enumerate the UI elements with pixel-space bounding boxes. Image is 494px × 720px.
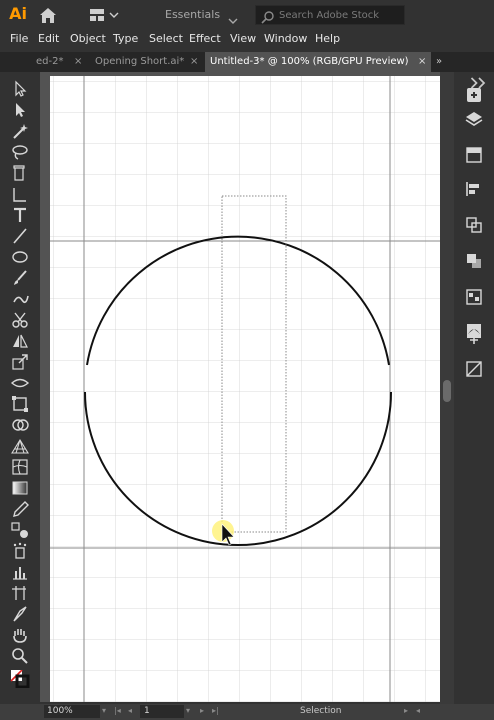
- previous-artboard-icon[interactable]: ◂: [128, 706, 132, 715]
- graphic-styles-icon[interactable]: [464, 360, 484, 378]
- collapse-panels-icon[interactable]: [469, 74, 486, 89]
- current-tool-status: Selection: [300, 706, 342, 716]
- stock-search-input[interactable]: Search Adobe Stock: [255, 5, 405, 25]
- artboard-number: 1: [144, 706, 150, 716]
- status-menu-icon[interactable]: ▸: [404, 706, 408, 715]
- last-artboard-icon[interactable]: ▸|: [212, 706, 219, 715]
- lasso-tool-icon[interactable]: [10, 143, 30, 161]
- tab-close-icon[interactable]: ×: [418, 52, 426, 72]
- menu-file[interactable]: File: [10, 32, 28, 45]
- symbols-icon[interactable]: [464, 328, 484, 346]
- menu-object[interactable]: Object: [70, 32, 106, 45]
- application-bar: Ai Essentials Search Adobe Stock: [0, 0, 494, 30]
- symbol-sprayer-tool-icon[interactable]: [10, 542, 30, 560]
- properties-icon[interactable]: [464, 146, 484, 164]
- ellipse-tool-icon[interactable]: [10, 248, 30, 266]
- tab-label: ed-2*: [36, 56, 64, 67]
- direct-selection-tool-icon[interactable]: [10, 101, 30, 119]
- gradient-tool-icon[interactable]: [10, 479, 30, 497]
- scroll-left-icon[interactable]: ◂: [416, 706, 420, 715]
- tab-label: Untitled-3* @ 100% (RGB/GPU Preview): [210, 56, 409, 67]
- artboard[interactable]: [50, 76, 440, 702]
- tab-opening-short[interactable]: Opening Short.ai*: [95, 52, 195, 72]
- vertical-scrollbar[interactable]: [440, 72, 454, 704]
- zoom-level-field[interactable]: 100%: [44, 705, 100, 718]
- horizontal-scrollbar[interactable]: [440, 704, 494, 720]
- artwork: [50, 76, 440, 702]
- fill-stroke-swatch-icon[interactable]: [10, 670, 30, 688]
- illustrator-logo: Ai: [9, 4, 27, 23]
- zoom-tool-icon[interactable]: [10, 647, 30, 665]
- menu-help[interactable]: Help: [315, 32, 340, 45]
- align-icon[interactable]: [464, 180, 484, 198]
- tab-close-icon[interactable]: ×: [74, 52, 82, 72]
- hand-tool-icon[interactable]: [10, 626, 30, 644]
- tab-close-icon[interactable]: ×: [190, 52, 198, 72]
- menu-select[interactable]: Select: [149, 32, 183, 45]
- zoom-dropdown-icon[interactable]: ▾: [102, 706, 106, 715]
- grid-background: [50, 76, 440, 702]
- status-bar: 100% ▾ |◂ ◂ 1 ▾ ▸ ▸| Selection ▸ ◂: [0, 704, 494, 720]
- document-canvas[interactable]: [40, 72, 440, 702]
- paintbrush-tool-icon[interactable]: [10, 269, 30, 287]
- shape-builder-tool-icon[interactable]: [10, 416, 30, 434]
- zoom-value: 100%: [47, 706, 73, 716]
- artboard-dropdown-icon[interactable]: ▾: [186, 706, 190, 715]
- scissors-tool-icon[interactable]: [10, 311, 30, 329]
- tab-label: Opening Short.ai*: [95, 56, 185, 67]
- free-transform-tool-icon[interactable]: [10, 395, 30, 413]
- tab-untitled-2[interactable]: ed-2*: [36, 52, 76, 72]
- menu-window[interactable]: Window: [264, 32, 307, 45]
- arrange-documents-icon[interactable]: [88, 7, 128, 23]
- reflect-tool-icon[interactable]: [10, 332, 30, 350]
- blend-tool-icon[interactable]: [10, 521, 30, 539]
- menu-bar: File Edit Object Type Select Effect View…: [0, 30, 494, 50]
- magic-wand-tool-icon[interactable]: [10, 122, 30, 140]
- tab-untitled-3[interactable]: Untitled-3* @ 100% (RGB/GPU Preview): [205, 52, 431, 72]
- column-graph-tool-icon[interactable]: [10, 563, 30, 581]
- tools-panel: [0, 72, 40, 704]
- pen-tool-icon[interactable]: [10, 164, 30, 182]
- shaper-tool-icon[interactable]: [10, 290, 30, 308]
- search-icon: [261, 9, 275, 24]
- color-guide-icon[interactable]: [464, 288, 484, 306]
- eyedropper-tool-icon[interactable]: [10, 500, 30, 518]
- menu-edit[interactable]: Edit: [38, 32, 59, 45]
- artboard-number-field[interactable]: 1: [140, 705, 184, 718]
- layers-icon[interactable]: [464, 110, 484, 128]
- libraries-icon[interactable]: [464, 86, 484, 104]
- menu-effect[interactable]: Effect: [189, 32, 221, 45]
- selection-tool-icon[interactable]: [10, 80, 30, 98]
- slice-tool-icon[interactable]: [10, 605, 30, 623]
- artboard-tool-icon[interactable]: [10, 584, 30, 602]
- scale-tool-icon[interactable]: [10, 353, 30, 371]
- tabs-overflow-icon[interactable]: »: [436, 56, 442, 67]
- menu-view[interactable]: View: [230, 32, 256, 45]
- line-segment-tool-icon[interactable]: [10, 227, 30, 245]
- panel-dock: [455, 72, 494, 704]
- perspective-grid-tool-icon[interactable]: [10, 437, 30, 455]
- document-tab-bar: ed-2* × Opening Short.ai* × Untitled-3* …: [0, 52, 494, 72]
- width-tool-icon[interactable]: [10, 374, 30, 392]
- search-placeholder: Search Adobe Stock: [279, 10, 380, 21]
- menu-type[interactable]: Type: [113, 32, 138, 45]
- chevron-down-icon[interactable]: [228, 10, 238, 24]
- mesh-tool-icon[interactable]: [10, 458, 30, 476]
- home-icon[interactable]: [38, 6, 58, 24]
- next-artboard-icon[interactable]: ▸: [200, 706, 204, 715]
- scrollbar-thumb[interactable]: [443, 380, 451, 402]
- type-tool-icon[interactable]: [10, 206, 30, 224]
- workspace-switcher[interactable]: Essentials: [165, 8, 220, 21]
- first-artboard-icon[interactable]: |◂: [114, 706, 121, 715]
- curvature-tool-icon[interactable]: [10, 185, 30, 203]
- pathfinder-icon[interactable]: [464, 216, 484, 234]
- transform-icon[interactable]: [464, 252, 484, 270]
